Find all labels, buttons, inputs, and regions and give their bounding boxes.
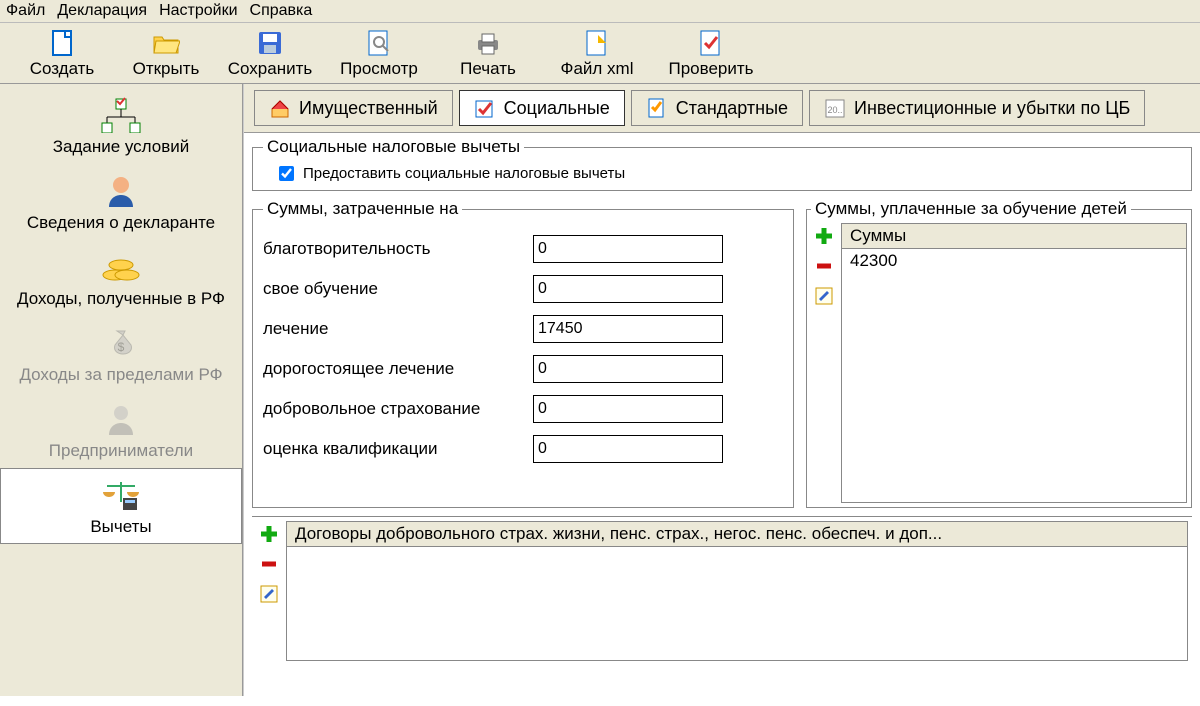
open-button[interactable]: Открыть — [114, 27, 218, 81]
new-file-icon — [50, 29, 74, 57]
main-panel: Имущественный Социальные Стандартные 20.… — [243, 84, 1200, 696]
tab-property[interactable]: Имущественный — [254, 90, 453, 126]
menu-settings[interactable]: Настройки — [159, 2, 237, 20]
group-title: Социальные налоговые вычеты — [263, 137, 524, 157]
contracts-header: Договоры добровольного страх. жизни, пен… — [287, 522, 1187, 547]
check-page-icon — [698, 29, 724, 57]
input-insurance[interactable] — [533, 395, 723, 423]
label-treatment: лечение — [263, 319, 533, 339]
menu-help[interactable]: Справка — [250, 2, 313, 20]
money-bag-icon: $ — [3, 323, 239, 363]
tab-investment[interactable]: 20.. Инвестиционные и убытки по ЦБ — [809, 90, 1145, 126]
child-sums-grid[interactable]: Суммы 42300 — [841, 223, 1187, 503]
xml-file-icon — [584, 29, 610, 57]
save-icon — [257, 29, 283, 57]
sidebar-item-conditions[interactable]: Задание условий — [0, 88, 242, 164]
input-exp-treatment[interactable] — [533, 355, 723, 383]
svg-text:20..: 20.. — [828, 105, 843, 115]
checkbox-icon — [474, 97, 496, 119]
input-own-edu[interactable] — [533, 275, 723, 303]
file-xml-button[interactable]: Файл xml — [540, 27, 654, 81]
label-own-edu: свое обучение — [263, 279, 533, 299]
tab-social[interactable]: Социальные — [459, 90, 625, 126]
contracts-section: Договоры добровольного страх. жизни, пен… — [252, 516, 1192, 665]
edit-row-button[interactable] — [813, 285, 835, 307]
create-button[interactable]: Создать — [10, 27, 114, 81]
preview-button[interactable]: Просмотр — [322, 27, 436, 81]
input-charity[interactable] — [533, 235, 723, 263]
provide-social-label: Предоставить социальные налоговые вычеты — [303, 165, 625, 182]
sums-spent-group: Суммы, затраченные на благотворительност… — [252, 199, 794, 508]
businessman-icon — [3, 399, 239, 439]
remove-row-button[interactable] — [813, 255, 835, 277]
sidebar: Задание условий Сведения о декларанте До… — [0, 84, 243, 696]
folder-open-icon — [152, 29, 180, 57]
person-icon — [3, 171, 239, 211]
add-row-button[interactable] — [813, 225, 835, 247]
coins-icon — [3, 247, 239, 287]
child-education-group: Суммы, уплаченные за обучение детей Сумм… — [806, 199, 1192, 508]
magnify-page-icon — [366, 29, 392, 57]
social-deductions-group: Социальные налоговые вычеты Предоставить… — [252, 137, 1192, 191]
contracts-grid[interactable]: Договоры добровольного страх. жизни, пен… — [286, 521, 1188, 661]
deduction-tabs: Имущественный Социальные Стандартные 20.… — [244, 84, 1200, 133]
house-icon — [269, 97, 291, 119]
sidebar-item-deductions[interactable]: Вычеты — [0, 468, 242, 544]
sidebar-item-entrepreneurs: Предприниматели — [0, 392, 242, 468]
printer-icon — [474, 29, 502, 57]
label-exp-treatment: дорогостоящее лечение — [263, 359, 533, 379]
tree-icon — [3, 95, 239, 135]
toolbar: Создать Открыть Сохранить Просмотр Печат… — [0, 23, 1200, 84]
grid-row[interactable]: 42300 — [842, 249, 1186, 273]
grid-header: Суммы — [842, 224, 1186, 249]
sidebar-item-income-foreign: $ Доходы за пределами РФ — [0, 316, 242, 392]
menu-bar: Файл Декларация Настройки Справка — [0, 0, 1200, 23]
check-page-icon — [646, 97, 668, 119]
tab-standard[interactable]: Стандартные — [631, 90, 803, 126]
label-charity: благотворительность — [263, 239, 533, 259]
label-qualif: оценка квалификации — [263, 439, 533, 459]
menu-declaration[interactable]: Декларация — [57, 2, 147, 20]
sidebar-item-income-rf[interactable]: Доходы, полученные в РФ — [0, 240, 242, 316]
scales-calc-icon — [3, 475, 239, 515]
calendar-icon: 20.. — [824, 97, 846, 119]
input-treatment[interactable] — [533, 315, 723, 343]
remove-contract-button[interactable] — [258, 553, 280, 575]
save-button[interactable]: Сохранить — [218, 27, 322, 81]
sidebar-item-declarant[interactable]: Сведения о декларанте — [0, 164, 242, 240]
add-contract-button[interactable] — [258, 523, 280, 545]
check-button[interactable]: Проверить — [654, 27, 768, 81]
edit-contract-button[interactable] — [258, 583, 280, 605]
provide-social-checkbox[interactable] — [279, 166, 294, 181]
print-button[interactable]: Печать — [436, 27, 540, 81]
input-qualif[interactable] — [533, 435, 723, 463]
label-insurance: добровольное страхование — [263, 399, 533, 419]
svg-text:$: $ — [118, 340, 125, 354]
menu-file[interactable]: Файл — [6, 2, 45, 20]
